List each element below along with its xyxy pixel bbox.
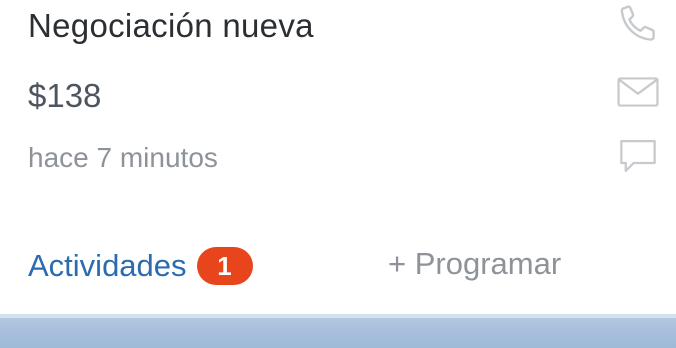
deal-time: hace 7 minutos [28,142,218,173]
chat-icon[interactable] [614,132,662,180]
deal-card[interactable]: Negociación nueva $138 hace 7 minutos Ac… [0,0,676,314]
deal-amount: $138 [28,77,102,114]
bottom-bar-highlight [0,314,676,318]
activities-label: Actividades [28,248,187,283]
bottom-divider-bar [0,314,676,348]
mail-icon[interactable] [614,68,662,116]
activities-count-badge: 1 [196,247,253,285]
schedule-button[interactable]: + Programar [388,244,561,284]
phone-icon[interactable] [614,0,662,48]
deal-title: Negociación nueva [28,7,314,44]
activities-tab[interactable]: Actividades 1 [28,246,253,286]
